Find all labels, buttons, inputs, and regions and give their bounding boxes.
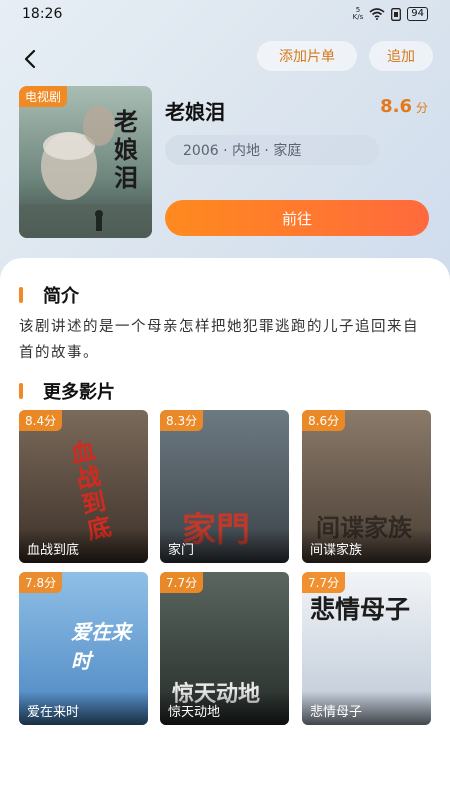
- follow-button[interactable]: 追加: [369, 41, 433, 71]
- status-bar: 18:26 5 K/s 94: [0, 0, 450, 30]
- more-heading-label: 更多影片: [43, 382, 115, 403]
- wifi-icon: [369, 8, 385, 20]
- rating-unit: 分: [415, 101, 428, 115]
- movie-card[interactable]: 惊天动地 7.7分 惊天动地: [160, 572, 289, 725]
- movie-score-badge: 8.6分: [302, 410, 346, 431]
- poster-title-art: 老娘泪: [114, 107, 138, 192]
- section-marker: [19, 287, 23, 303]
- movie-score-badge: 8.4分: [19, 410, 63, 431]
- go-button[interactable]: 前往: [165, 200, 429, 236]
- movie-card[interactable]: 血战到底 8.4分 血战到底: [19, 410, 148, 563]
- movie-card[interactable]: 爱在来时 7.8分 爱在来时: [19, 572, 148, 725]
- movie-score-badge: 8.3分: [160, 410, 204, 431]
- more-heading: 更多影片: [19, 378, 115, 404]
- movie-title: 间谍家族: [302, 529, 431, 563]
- category-tag: 电视剧: [19, 86, 68, 107]
- intro-heading-label: 简介: [43, 286, 79, 307]
- movie-title: 悲情母子: [302, 691, 431, 725]
- rating-score: 8.6 分: [380, 96, 428, 117]
- network-speed: 5 K/s: [353, 7, 364, 21]
- movie-title: 爱在来时: [19, 691, 148, 725]
- intro-heading: 简介: [19, 282, 79, 308]
- movie-poster-title-art: 爱在来时: [71, 620, 131, 673]
- movie-title: 家门: [160, 529, 289, 563]
- status-icons: 5 K/s 94: [353, 7, 428, 21]
- intro-text: 该剧讲述的是一个母亲怎样把她犯罪逃跑的儿子追回来自首的故事。: [19, 319, 419, 361]
- movie-poster-title-art: 悲情母子: [310, 595, 411, 624]
- page-title: 老娘泪: [165, 100, 225, 124]
- movie-card[interactable]: 家門 8.3分 家门: [160, 410, 289, 563]
- poster-image: 老娘泪 电视剧: [19, 86, 152, 238]
- network-speed-unit: K/s: [352, 13, 364, 21]
- section-marker: [19, 383, 23, 399]
- movie-title: 血战到底: [19, 529, 148, 563]
- movie-title: 惊天动地: [160, 691, 289, 725]
- movie-score-badge: 7.7分: [302, 572, 346, 593]
- movie-card[interactable]: 悲情母子 7.7分 悲情母子: [302, 572, 431, 725]
- rating-value: 8.6: [380, 96, 412, 117]
- status-time: 18:26: [22, 6, 63, 22]
- movie-card[interactable]: 间谍家族 8.6分 间谍家族: [302, 410, 431, 563]
- back-arrow-icon[interactable]: [18, 46, 44, 72]
- movie-score-badge: 7.7分: [160, 572, 204, 593]
- movie-score-badge: 7.8分: [19, 572, 63, 593]
- add-to-list-button[interactable]: 添加片单: [257, 41, 357, 71]
- battery-icon: 94: [407, 7, 428, 21]
- sim-icon: [391, 7, 402, 21]
- meta-info: 2006 · 内地 · 家庭: [165, 135, 379, 165]
